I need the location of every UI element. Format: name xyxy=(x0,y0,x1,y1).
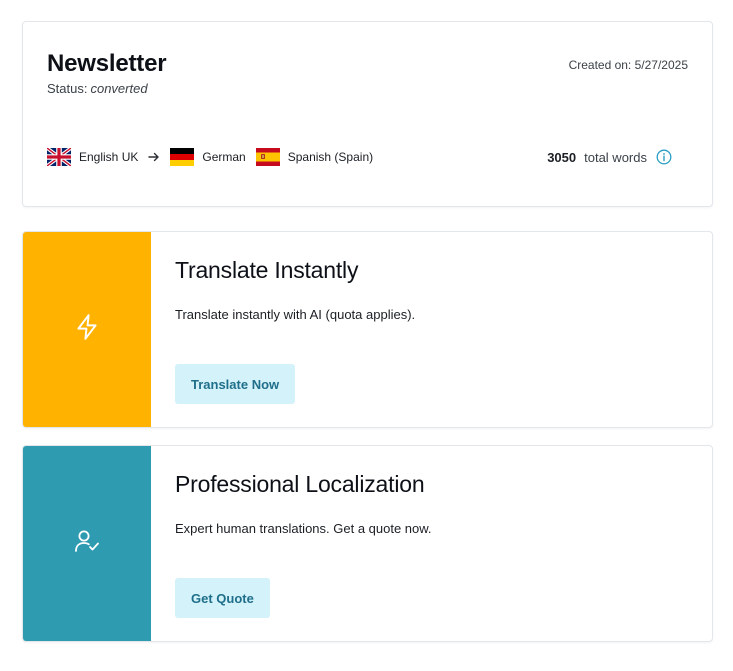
arrow-right-icon xyxy=(148,151,160,163)
professional-localization-card: Professional Localization Expert human t… xyxy=(22,445,713,642)
get-quote-button[interactable]: Get Quote xyxy=(175,578,270,618)
translate-instantly-accent xyxy=(23,232,151,427)
professional-localization-description: Expert human translations. Get a quote n… xyxy=(175,521,432,536)
professional-localization-title: Professional Localization xyxy=(175,471,425,497)
word-count-value: 3050 xyxy=(547,149,577,165)
user-check-icon xyxy=(73,527,101,560)
translate-now-button[interactable]: Translate Now xyxy=(175,364,296,404)
target-language-spanish: Spanish (Spain) xyxy=(287,150,374,164)
info-icon[interactable] xyxy=(656,149,672,165)
translate-instantly-title: Translate Instantly xyxy=(175,257,359,283)
professional-localization-accent xyxy=(23,446,151,641)
source-language: English UK xyxy=(79,150,139,164)
document-status: Status: converted xyxy=(47,81,148,96)
word-count-label: total words xyxy=(584,149,647,165)
lightning-icon xyxy=(74,313,100,346)
spain-flag-icon xyxy=(255,148,280,166)
professional-localization-body: Professional Localization Expert human t… xyxy=(175,446,712,641)
document-card: Newsletter Status: converted Created on: … xyxy=(22,21,713,207)
word-count: 3050 total words xyxy=(547,146,672,168)
germany-flag-icon xyxy=(170,148,195,166)
target-language-german: German xyxy=(202,150,246,164)
translate-instantly-card: Translate Instantly Translate instantly … xyxy=(22,231,713,428)
created-date: Created on: 5/27/2025 xyxy=(568,58,688,72)
uk-flag-icon xyxy=(47,148,71,166)
translate-instantly-description: Translate instantly with AI (quota appli… xyxy=(175,307,416,322)
language-row: English UK German Spanish (Spain) xyxy=(47,146,383,168)
translate-instantly-body: Translate Instantly Translate instantly … xyxy=(175,232,712,427)
document-title: Newsletter xyxy=(47,50,167,77)
status-value: converted xyxy=(90,81,148,96)
status-label: Status: xyxy=(47,81,88,96)
